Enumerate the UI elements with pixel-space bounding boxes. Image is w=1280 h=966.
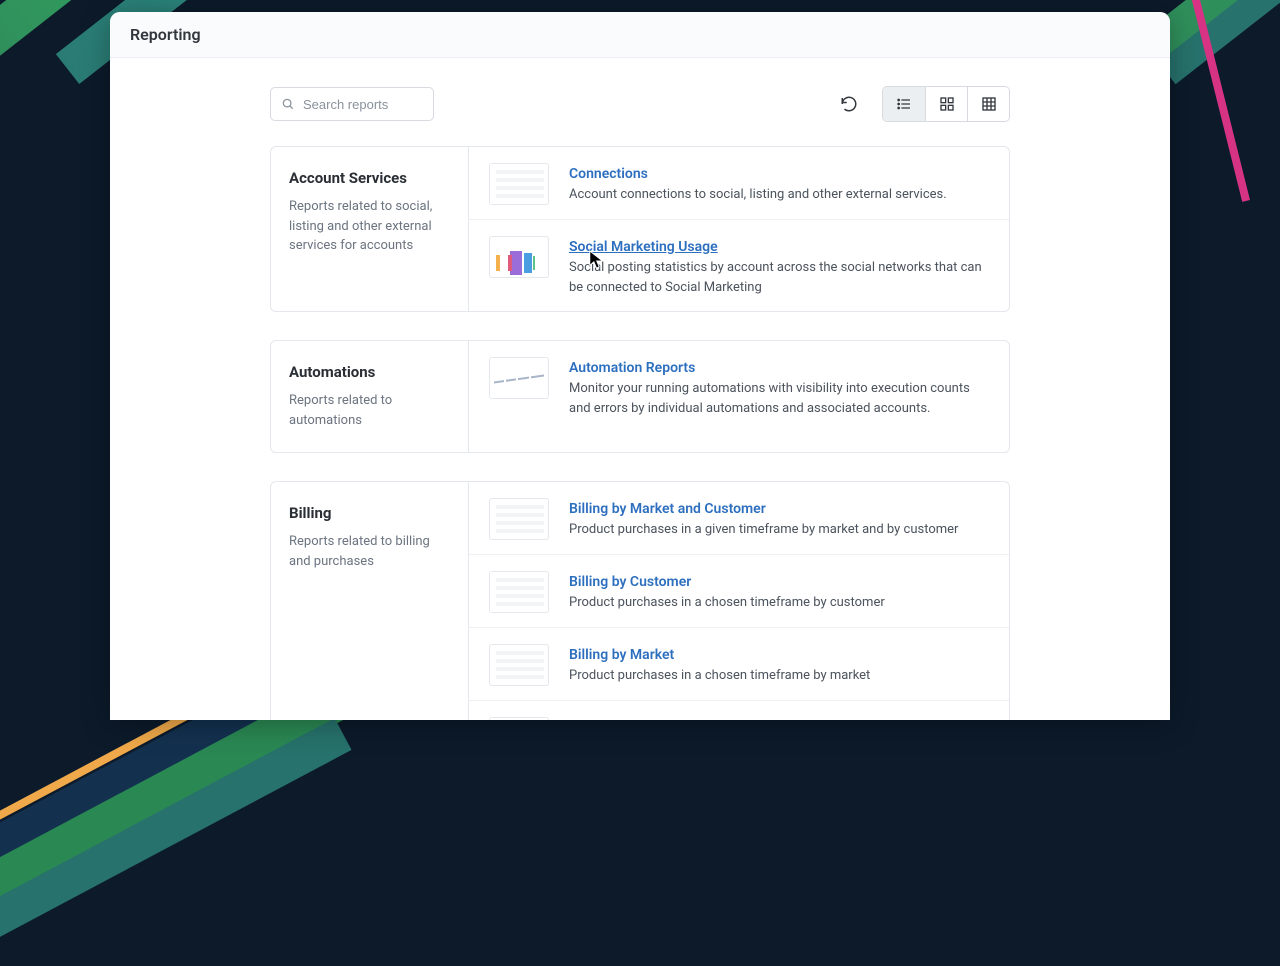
report-body: Billing by Market Product purchases in a …	[569, 644, 989, 686]
report-row[interactable]: Billing by Market and Customer Product pu…	[469, 482, 1009, 554]
view-list-button[interactable]	[883, 87, 925, 121]
table-icon	[981, 96, 997, 112]
search-icon	[281, 97, 295, 111]
report-description: Account connections to social, listing a…	[569, 185, 989, 205]
category-reports: Connections Account connections to social…	[469, 147, 1009, 311]
search-field[interactable]	[270, 87, 434, 121]
page-title: Reporting	[130, 25, 201, 44]
report-row[interactable]: Billing by ProductProduct purchases in a…	[469, 700, 1009, 720]
report-thumbnail	[489, 498, 549, 540]
search-input[interactable]	[303, 97, 423, 112]
bg-decoration	[1158, 0, 1280, 84]
bg-decoration	[0, 718, 352, 966]
content-area: Account Services Reports related to socia…	[110, 58, 1170, 720]
category: Automations Reports related to automation…	[270, 340, 1010, 453]
report-body: Automation Reports Monitor your running a…	[569, 357, 989, 418]
report-row[interactable]: Social Marketing Usage Social posting sta…	[469, 219, 1009, 311]
report-body: Billing by Market and Customer Product pu…	[569, 498, 989, 540]
view-toggle	[882, 86, 1010, 122]
view-grid-button[interactable]	[925, 87, 967, 121]
category-info: Automations Reports related to automation…	[271, 341, 469, 452]
category-description: Reports related to billing and purchases	[289, 532, 450, 571]
report-thumbnail	[489, 357, 549, 399]
report-categories: Account Services Reports related to socia…	[270, 146, 1010, 720]
refresh-icon	[840, 95, 858, 113]
report-description: Monitor your running automations with vi…	[569, 379, 989, 418]
category: Account Services Reports related to socia…	[270, 146, 1010, 312]
category: Billing Reports related to billing and pu…	[270, 481, 1010, 720]
grid-icon	[939, 96, 955, 112]
report-thumbnail	[489, 163, 549, 205]
report-title-link[interactable]: Billing by Market	[569, 647, 674, 663]
report-description: Product purchases in a given timeframe b…	[569, 520, 989, 540]
report-body: Social Marketing Usage Social posting sta…	[569, 236, 989, 297]
refresh-button[interactable]	[832, 87, 866, 121]
report-row[interactable]: Automation Reports Monitor your running a…	[469, 341, 1009, 432]
report-thumbnail	[489, 571, 549, 613]
list-icon	[896, 96, 912, 112]
report-row[interactable]: Billing by Market Product purchases in a …	[469, 627, 1009, 700]
toolbar	[270, 86, 1010, 146]
page-header: Reporting	[110, 12, 1170, 58]
report-title-link[interactable]: Billing by Customer	[569, 574, 691, 590]
toolbar-actions	[832, 86, 1010, 122]
category-description: Reports related to social, listing and o…	[289, 197, 450, 256]
report-row[interactable]: Billing by Customer Product purchases in …	[469, 554, 1009, 627]
report-thumbnail	[489, 236, 549, 278]
report-title-link[interactable]: Billing by Market and Customer	[569, 501, 766, 517]
report-description: Product purchases in a chosen timeframe …	[569, 666, 989, 686]
report-description: Social posting statistics by account acr…	[569, 258, 989, 297]
view-table-button[interactable]	[967, 87, 1009, 121]
report-title-link[interactable]: Automation Reports	[569, 360, 695, 376]
category-info: Account Services Reports related to socia…	[271, 147, 469, 311]
report-body: Billing by Customer Product purchases in …	[569, 571, 989, 613]
report-description: Product purchases in a chosen timeframe …	[569, 593, 989, 613]
report-title-link[interactable]: Social Marketing Usage	[569, 239, 718, 255]
category-description: Reports related to automations	[289, 391, 450, 430]
category-title: Automations	[289, 363, 450, 381]
report-title-link[interactable]: Connections	[569, 166, 648, 182]
report-thumbnail	[489, 644, 549, 686]
report-body: Connections Account connections to social…	[569, 163, 989, 205]
category-reports: Billing by Market and Customer Product pu…	[469, 482, 1009, 720]
app-window: Reporting	[110, 12, 1170, 720]
category-info: Billing Reports related to billing and pu…	[271, 482, 469, 720]
category-title: Account Services	[289, 169, 450, 187]
category-title: Billing	[289, 504, 450, 522]
report-row[interactable]: Connections Account connections to social…	[469, 147, 1009, 219]
category-reports: Automation Reports Monitor your running a…	[469, 341, 1009, 452]
